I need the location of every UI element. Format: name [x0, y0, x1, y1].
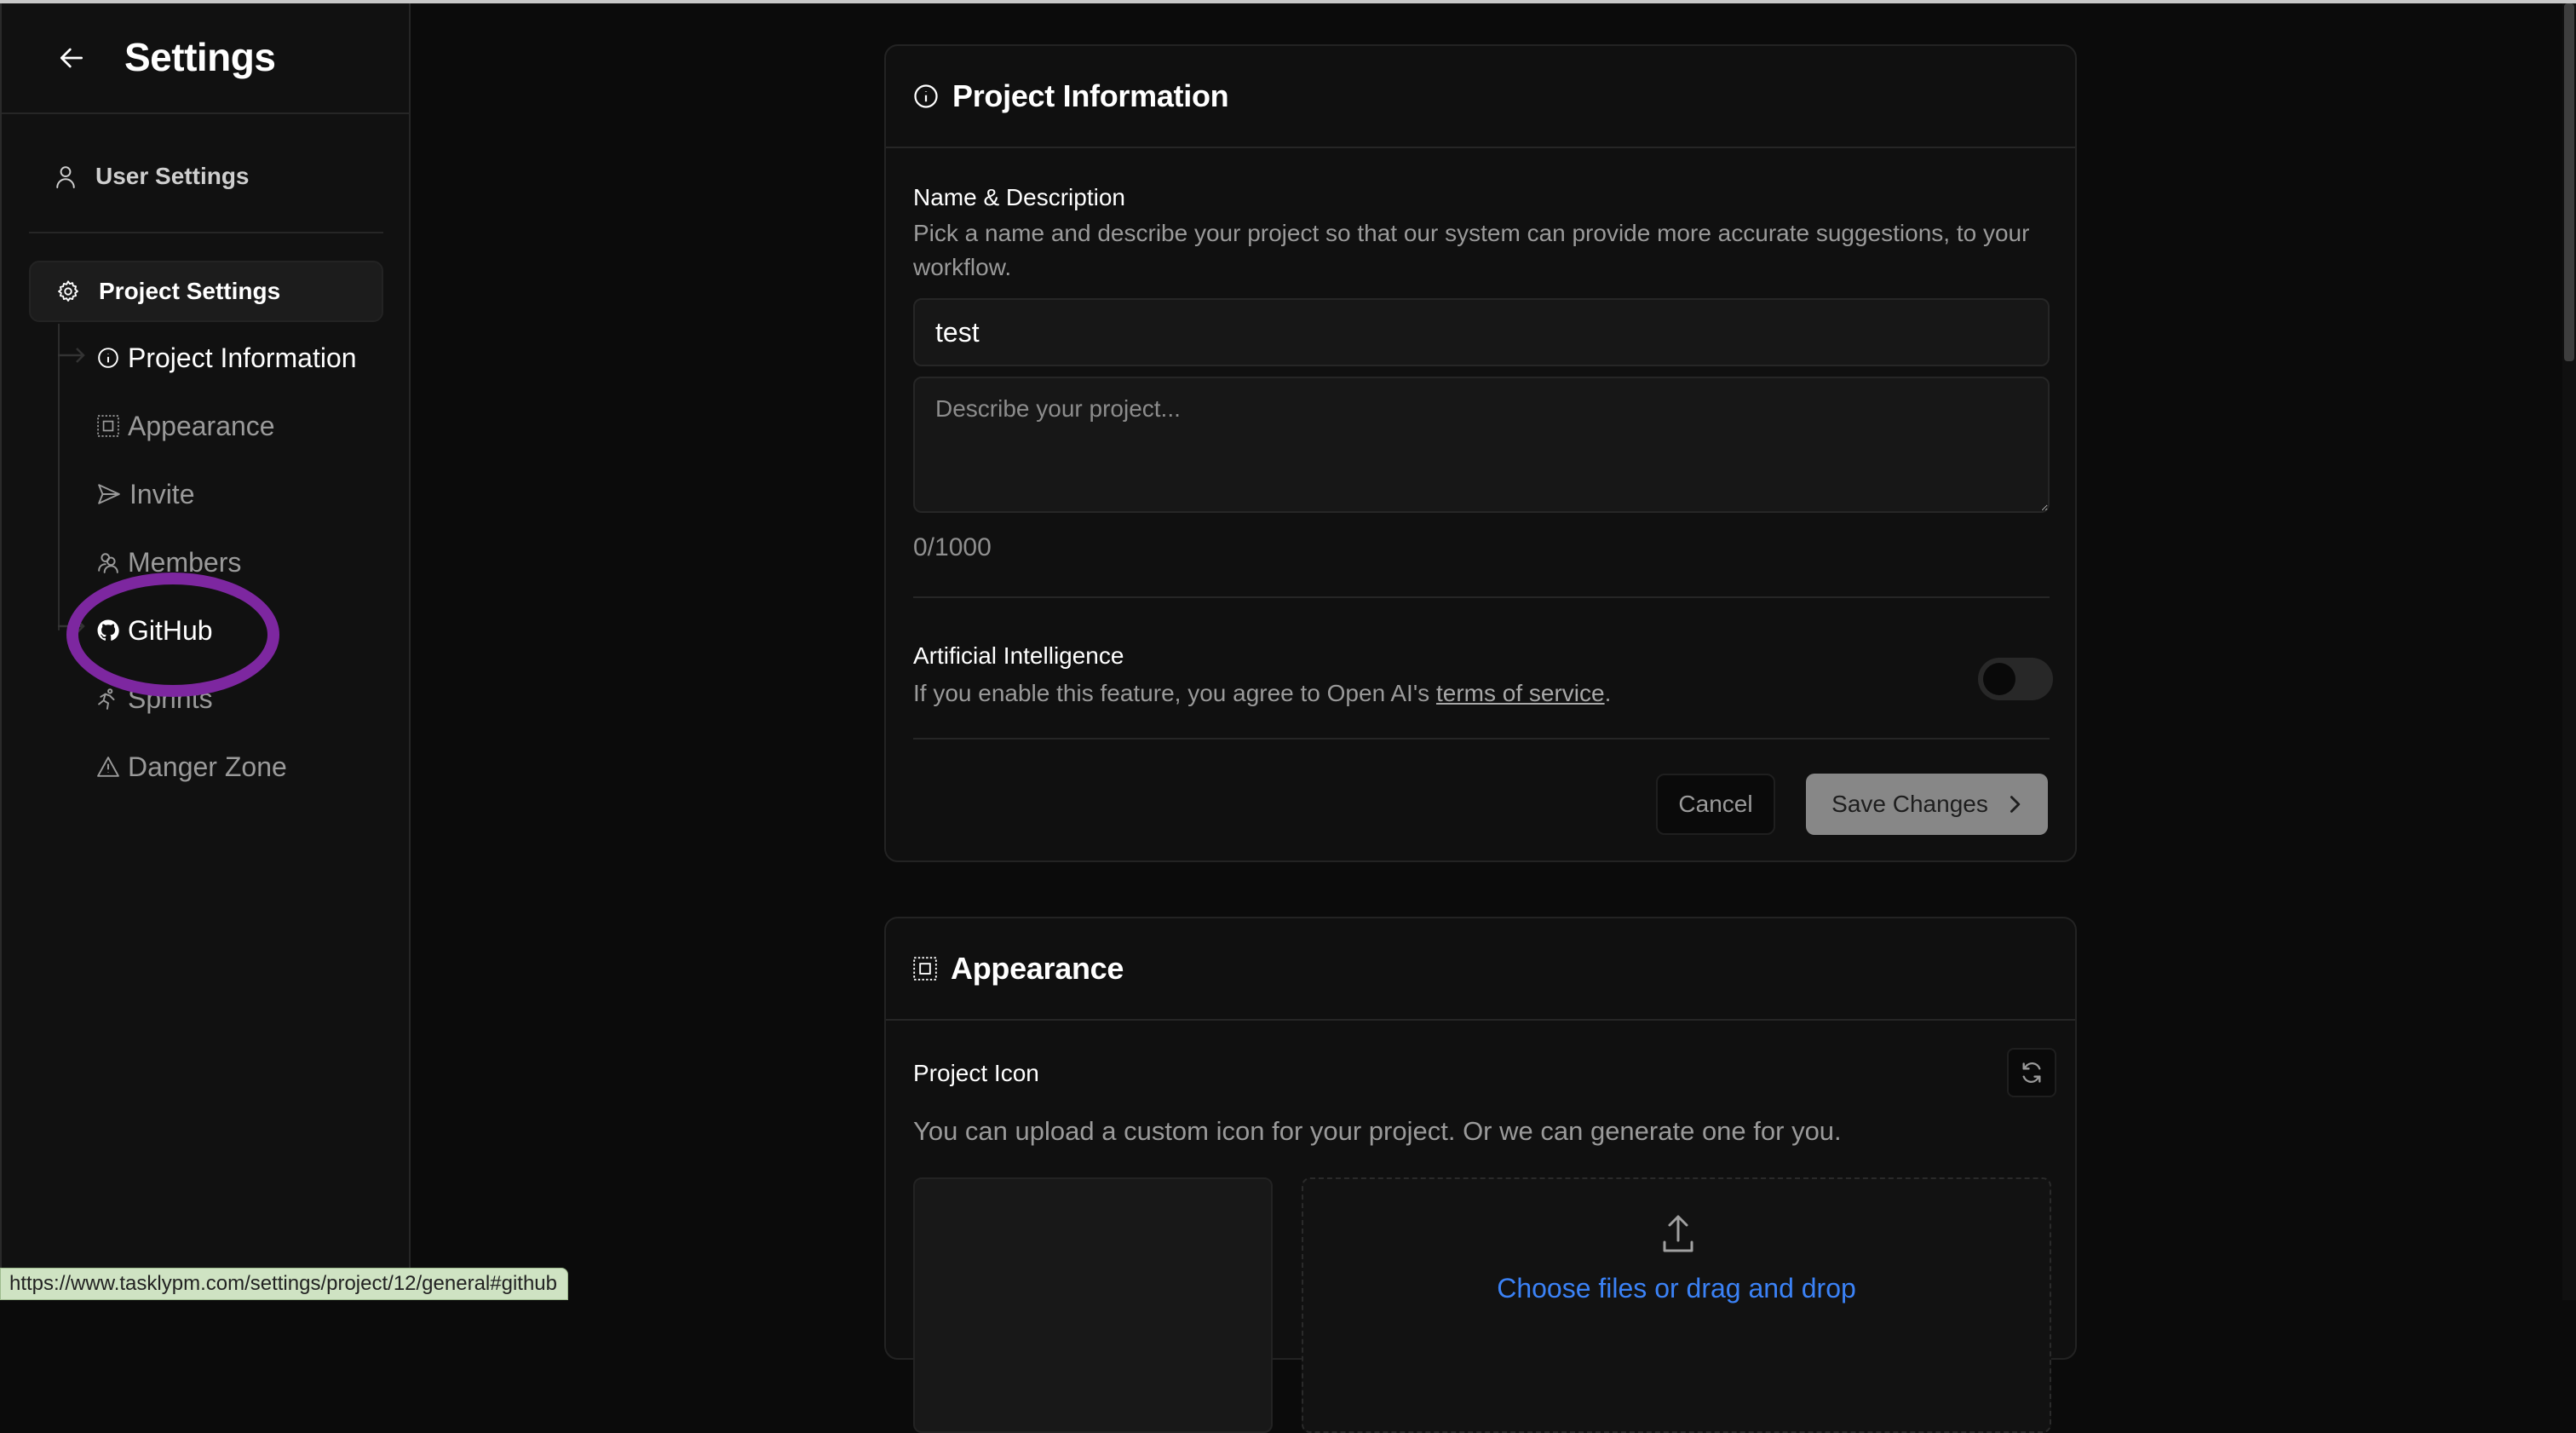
settings-app: Settings User Settings Project Settings …: [0, 3, 2576, 1433]
user-icon: [56, 166, 75, 188]
section-divider: [913, 738, 2050, 740]
card-header: Project Information: [886, 46, 2075, 148]
save-changes-button[interactable]: Save Changes: [1806, 774, 2048, 835]
sidebar-item-label: User Settings: [95, 163, 250, 189]
ai-help-text: If you enable this feature, you agree to…: [913, 680, 1436, 706]
regenerate-icon-button[interactable]: [2007, 1048, 2056, 1097]
info-icon: [914, 84, 938, 108]
appearance-icon: [913, 957, 937, 981]
card-title: Appearance: [951, 951, 1124, 986]
appearance-icon: [97, 415, 119, 437]
sidebar-subitem-members[interactable]: Members: [97, 544, 241, 581]
card-body: Project Icon You can upload a custom ico…: [886, 1021, 2075, 1433]
ai-label: Artificial Intelligence: [913, 642, 1124, 669]
sidebar-subitem-label: Danger Zone: [128, 751, 287, 782]
sidebar-subitem-label: Appearance: [128, 410, 275, 441]
toggle-knob: [1983, 663, 2015, 695]
sidebar-subitem-github[interactable]: GitHub: [97, 612, 213, 649]
sidebar-subitem-label: Sprints: [128, 682, 213, 714]
warning-icon: [97, 757, 119, 777]
name-description-label: Name & Description: [913, 184, 1125, 210]
back-button[interactable]: [55, 41, 89, 75]
sidebar-subitem-invite[interactable]: Invite: [97, 475, 194, 513]
appearance-card: Appearance Project Icon You can upload a…: [884, 917, 2077, 1433]
ai-help-suffix: .: [1604, 680, 1612, 706]
sidebar-divider: [29, 232, 383, 233]
page-scrollbar[interactable]: [2562, 3, 2576, 1300]
scrollbar-thumb[interactable]: [2564, 3, 2574, 361]
tree-arrow-icon: [58, 348, 85, 363]
sidebar-item-user-settings[interactable]: User Settings: [55, 157, 250, 196]
sidebar-subitem-sprints[interactable]: Sprints: [97, 680, 213, 717]
sidebar-item-project-settings[interactable]: Project Settings: [29, 261, 383, 322]
terms-of-service-link[interactable]: terms of service: [1436, 680, 1605, 706]
sidebar-header: Settings: [2, 3, 409, 114]
sidebar-subitem-project-information[interactable]: Project Information: [97, 339, 357, 377]
project-icon-preview: [913, 1177, 1273, 1433]
github-icon: [97, 619, 119, 641]
running-icon: [98, 688, 115, 710]
sidebar-item-label: Project Settings: [99, 278, 281, 304]
gear-icon: [58, 280, 78, 302]
card-body: Name & Description Pick a name and descr…: [886, 148, 2075, 860]
send-icon: [98, 484, 120, 504]
project-icon-help: You can upload a custom icon for your pr…: [913, 1116, 1842, 1146]
project-description-textarea[interactable]: [913, 377, 2050, 513]
project-icon-label: Project Icon: [913, 1060, 1039, 1086]
arrow-left-icon: [60, 48, 83, 68]
sidebar-subitem-appearance[interactable]: Appearance: [97, 407, 275, 445]
card-title: Project Information: [952, 78, 1229, 113]
sidebar-subitem-label: Members: [128, 546, 242, 578]
save-changes-label: Save Changes: [1831, 791, 1988, 817]
ai-help: If you enable this feature, you agree to…: [913, 676, 1611, 711]
choose-files-link[interactable]: Choose files or drag and drop: [1303, 1273, 2050, 1304]
sidebar-subitem-label: Project Information: [128, 342, 357, 373]
settings-sidebar: Settings User Settings Project Settings …: [0, 3, 411, 1300]
chevron-right-icon: [2010, 796, 2021, 813]
project-information-card: Project Information Name & Description P…: [884, 44, 2077, 862]
tree-connector-line: [58, 324, 60, 630]
link-status-bar: https://www.tasklypm.com/settings/projec…: [0, 1268, 568, 1300]
project-name-input[interactable]: [913, 298, 2050, 366]
sidebar-title: Settings: [124, 35, 276, 79]
users-icon: [98, 553, 118, 573]
cancel-button[interactable]: Cancel: [1656, 774, 1775, 835]
tree-arrow-icon: [58, 619, 85, 634]
upload-icon: [1663, 1215, 1693, 1252]
main-content: Project Information Name & Description P…: [412, 3, 2550, 1433]
ai-toggle[interactable]: [1978, 658, 2053, 700]
sidebar-subitem-label: GitHub: [128, 614, 213, 646]
section-divider: [913, 596, 2050, 598]
name-description-help: Pick a name and describe your project so…: [913, 220, 2030, 280]
description-char-counter: 0/1000: [913, 533, 992, 561]
sidebar-subitem-danger-zone[interactable]: Danger Zone: [97, 748, 287, 786]
icon-upload-dropzone[interactable]: Choose files or drag and drop: [1302, 1177, 2051, 1433]
refresh-icon: [2022, 1062, 2041, 1083]
info-icon: [98, 348, 118, 368]
sidebar-subitem-label: Invite: [129, 478, 195, 509]
card-header: Appearance: [886, 918, 2075, 1021]
